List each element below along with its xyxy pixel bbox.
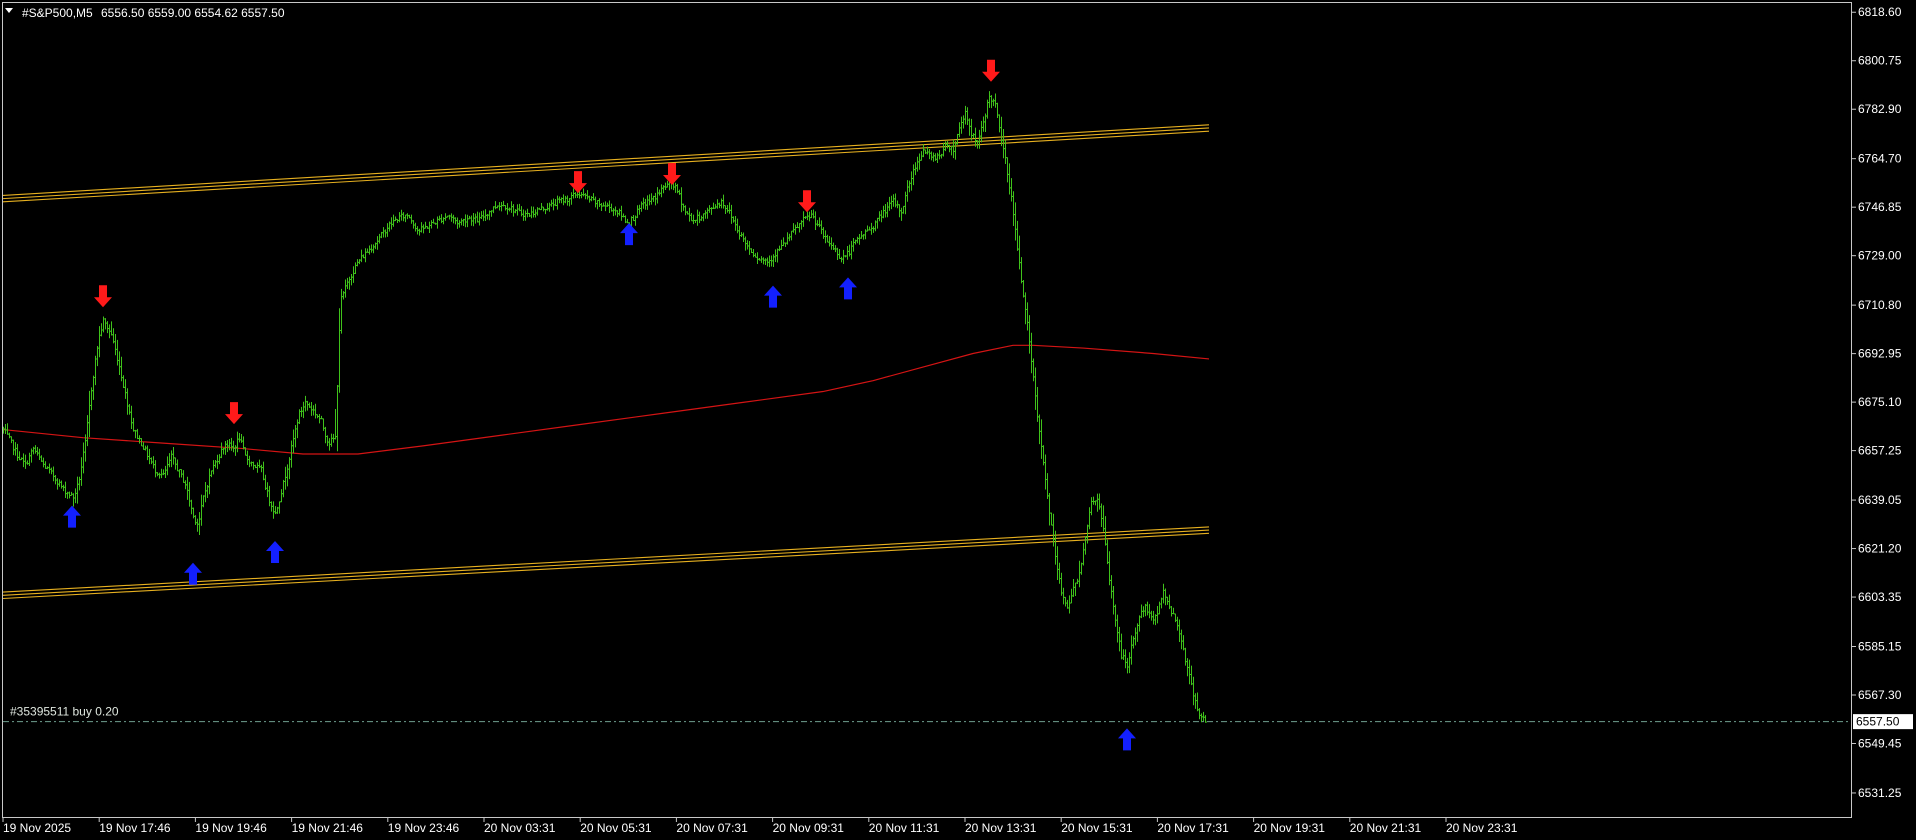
x-tick-label: 20 Nov 03:31	[484, 821, 556, 835]
chart-background	[0, 0, 1916, 840]
y-tick-label: 6818.60	[1858, 5, 1902, 19]
y-tick-label: 6746.85	[1858, 200, 1902, 214]
chart-header[interactable]: #S&P500,M5 6556.50 6559.00 6554.62 6557.…	[5, 6, 285, 20]
y-tick-label: 6603.35	[1858, 590, 1902, 604]
x-tick-label: 20 Nov 11:31	[869, 821, 940, 835]
y-tick-label: 6657.25	[1858, 444, 1902, 458]
x-tick-label: 20 Nov 23:31	[1446, 821, 1518, 835]
x-tick-label: 20 Nov 05:31	[580, 821, 652, 835]
y-tick-label: 6782.90	[1858, 102, 1902, 116]
y-tick-label: 6549.45	[1858, 737, 1902, 751]
x-tick-label: 20 Nov 15:31	[1061, 821, 1133, 835]
y-tick-label: 6710.80	[1858, 298, 1902, 312]
y-tick-label: 6567.30	[1858, 688, 1902, 702]
y-tick-label: 6585.15	[1858, 640, 1902, 654]
x-tick-label: 19 Nov 23:46	[388, 821, 460, 835]
x-tick-label: 20 Nov 17:31	[1157, 821, 1229, 835]
symbol-label: #S&P500,M5	[22, 6, 93, 20]
order-label: #35395511 buy 0.20	[10, 705, 119, 719]
y-tick-label: 6800.75	[1858, 54, 1902, 68]
x-tick-label: 19 Nov 2025	[3, 821, 71, 835]
x-tick-label: 19 Nov 21:46	[292, 821, 364, 835]
x-tick-label: 20 Nov 21:31	[1350, 821, 1422, 835]
x-tick-label: 20 Nov 13:31	[965, 821, 1037, 835]
y-tick-label: 6621.20	[1858, 542, 1902, 556]
ohlc-values: 6556.50 6559.00 6554.62 6557.50	[101, 6, 285, 20]
y-tick-label: 6692.95	[1858, 347, 1902, 361]
y-tick-label: 6639.05	[1858, 493, 1902, 507]
current-price-tag-text: 6557.50	[1856, 715, 1900, 729]
y-tick-label: 6764.70	[1858, 152, 1902, 166]
current-price-tag: 6557.50	[1853, 714, 1913, 730]
y-tick-label: 6729.00	[1858, 249, 1902, 263]
x-tick-label: 19 Nov 19:46	[195, 821, 267, 835]
x-tick-label: 19 Nov 17:46	[99, 821, 171, 835]
y-tick-label: 6531.25	[1858, 786, 1902, 800]
x-tick-label: 20 Nov 19:31	[1254, 821, 1326, 835]
x-tick-label: 20 Nov 07:31	[676, 821, 748, 835]
y-tick-label: 6675.10	[1858, 395, 1902, 409]
price-chart[interactable]: #35395511 buy 0.20 6818.60 6800.75 6782.90…	[0, 0, 1916, 840]
x-tick-label: 20 Nov 09:31	[773, 821, 845, 835]
